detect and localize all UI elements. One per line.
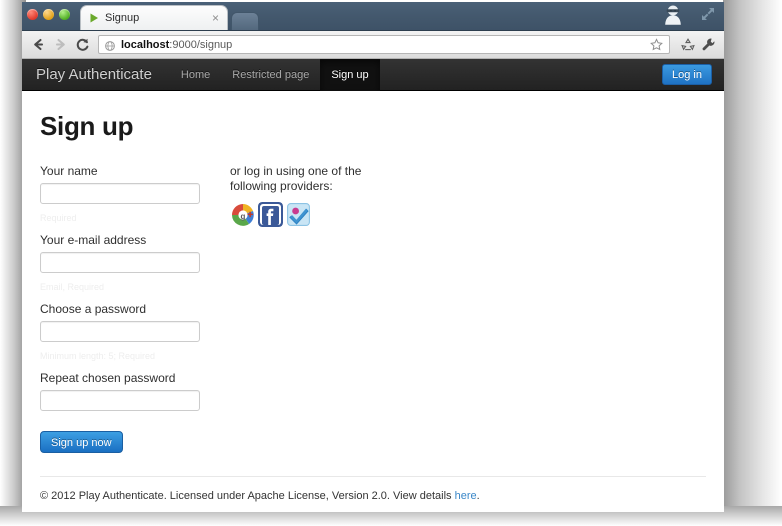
wrench-icon[interactable] <box>700 36 718 54</box>
field-your-name: Your name Required <box>40 164 216 224</box>
address-path: :9000/signup <box>169 38 233 51</box>
footer-license-line: © 2012 Play Authenticate. Licensed under… <box>40 490 706 502</box>
footer-license-text: © 2012 Play Authenticate. Licensed under… <box>40 490 455 502</box>
footer-license-period: . <box>476 490 480 502</box>
recycle-icon[interactable] <box>679 36 697 54</box>
address-bar-text: localhost:9000/signup <box>121 39 232 51</box>
bookmark-star-icon[interactable] <box>650 37 664 52</box>
play-logo-icon <box>87 12 100 25</box>
signup-form: Your name Required Your e-mail address E… <box>40 164 216 453</box>
field-email: Your e-mail address Email, Required <box>40 233 216 293</box>
field-repeat-password: Repeat chosen password <box>40 371 216 411</box>
reload-icon[interactable] <box>72 35 92 55</box>
label-repeat-password: Repeat chosen password <box>40 371 176 385</box>
social-login-panel: or log in using one of the following pro… <box>230 164 706 453</box>
provider-icon-list: g <box>230 202 706 227</box>
close-icon[interactable]: × <box>210 12 221 24</box>
window-traffic-lights <box>27 9 70 20</box>
footer-here-link[interactable]: here <box>455 490 477 502</box>
incognito-icon <box>660 3 686 29</box>
page-viewport: Play Authenticate Home Restricted page S… <box>22 59 724 512</box>
page-globe-icon <box>104 39 116 51</box>
page-title: Sign up <box>40 111 134 141</box>
nav-item-sign-up[interactable]: Sign up <box>320 59 380 91</box>
brand-link[interactable]: Play Authenticate <box>36 66 152 83</box>
zoom-window-button[interactable] <box>59 9 70 20</box>
svg-text:g: g <box>241 212 246 221</box>
password-input[interactable] <box>40 321 200 342</box>
tab-strip: Signup × <box>80 5 259 30</box>
foursquare-icon[interactable] <box>286 202 311 227</box>
label-your-name: Your name <box>40 164 98 178</box>
new-tab-button[interactable] <box>231 12 259 30</box>
forward-arrow-icon <box>50 35 70 55</box>
site-navbar: Play Authenticate Home Restricted page S… <box>22 59 724 91</box>
browser-window: Signup × localhost:9000/signup Play Auth… <box>22 2 724 512</box>
nav-item-restricted-page[interactable]: Restricted page <box>221 59 320 91</box>
browser-titlebar: Signup × <box>22 2 724 31</box>
google-plus-icon[interactable]: g <box>230 202 255 227</box>
signup-row: Your name Required Your e-mail address E… <box>40 164 706 453</box>
repeat-password-input[interactable] <box>40 390 200 411</box>
help-your-name: Required <box>40 213 77 223</box>
log-in-button[interactable]: Log in <box>662 64 712 85</box>
facebook-icon[interactable] <box>258 202 283 227</box>
browser-tab-signup[interactable]: Signup × <box>80 5 228 30</box>
page-container: Sign up Your name Required Your e-mail a… <box>22 91 724 453</box>
window-shadow-right <box>723 0 782 526</box>
label-password: Choose a password <box>40 302 147 316</box>
browser-toolbar: localhost:9000/signup <box>22 31 724 59</box>
address-host: localhost <box>121 38 170 51</box>
social-lead-text: or log in using one of the following pro… <box>230 164 362 193</box>
tab-title: Signup <box>105 12 140 24</box>
expand-icon[interactable] <box>700 6 716 22</box>
name-input[interactable] <box>40 183 200 204</box>
close-window-button[interactable] <box>27 9 38 20</box>
nav-item-home[interactable]: Home <box>170 59 221 91</box>
help-email: Email, Required <box>40 282 105 292</box>
label-email: Your e-mail address <box>40 233 147 247</box>
address-bar[interactable]: localhost:9000/signup <box>98 35 670 54</box>
minimize-window-button[interactable] <box>43 9 54 20</box>
sign-up-now-button[interactable]: Sign up now <box>40 431 123 453</box>
page-footer: © 2012 Play Authenticate. Licensed under… <box>40 476 706 512</box>
back-arrow-icon[interactable] <box>28 35 48 55</box>
main-nav: Home Restricted page Sign up <box>170 59 380 91</box>
field-password: Choose a password Minimum length: 5; Req… <box>40 302 216 362</box>
email-input[interactable] <box>40 252 200 273</box>
screenshot-root: Signup × localhost:9000/signup Play Auth… <box>0 0 782 526</box>
help-password: Minimum length: 5; Required <box>40 351 156 361</box>
